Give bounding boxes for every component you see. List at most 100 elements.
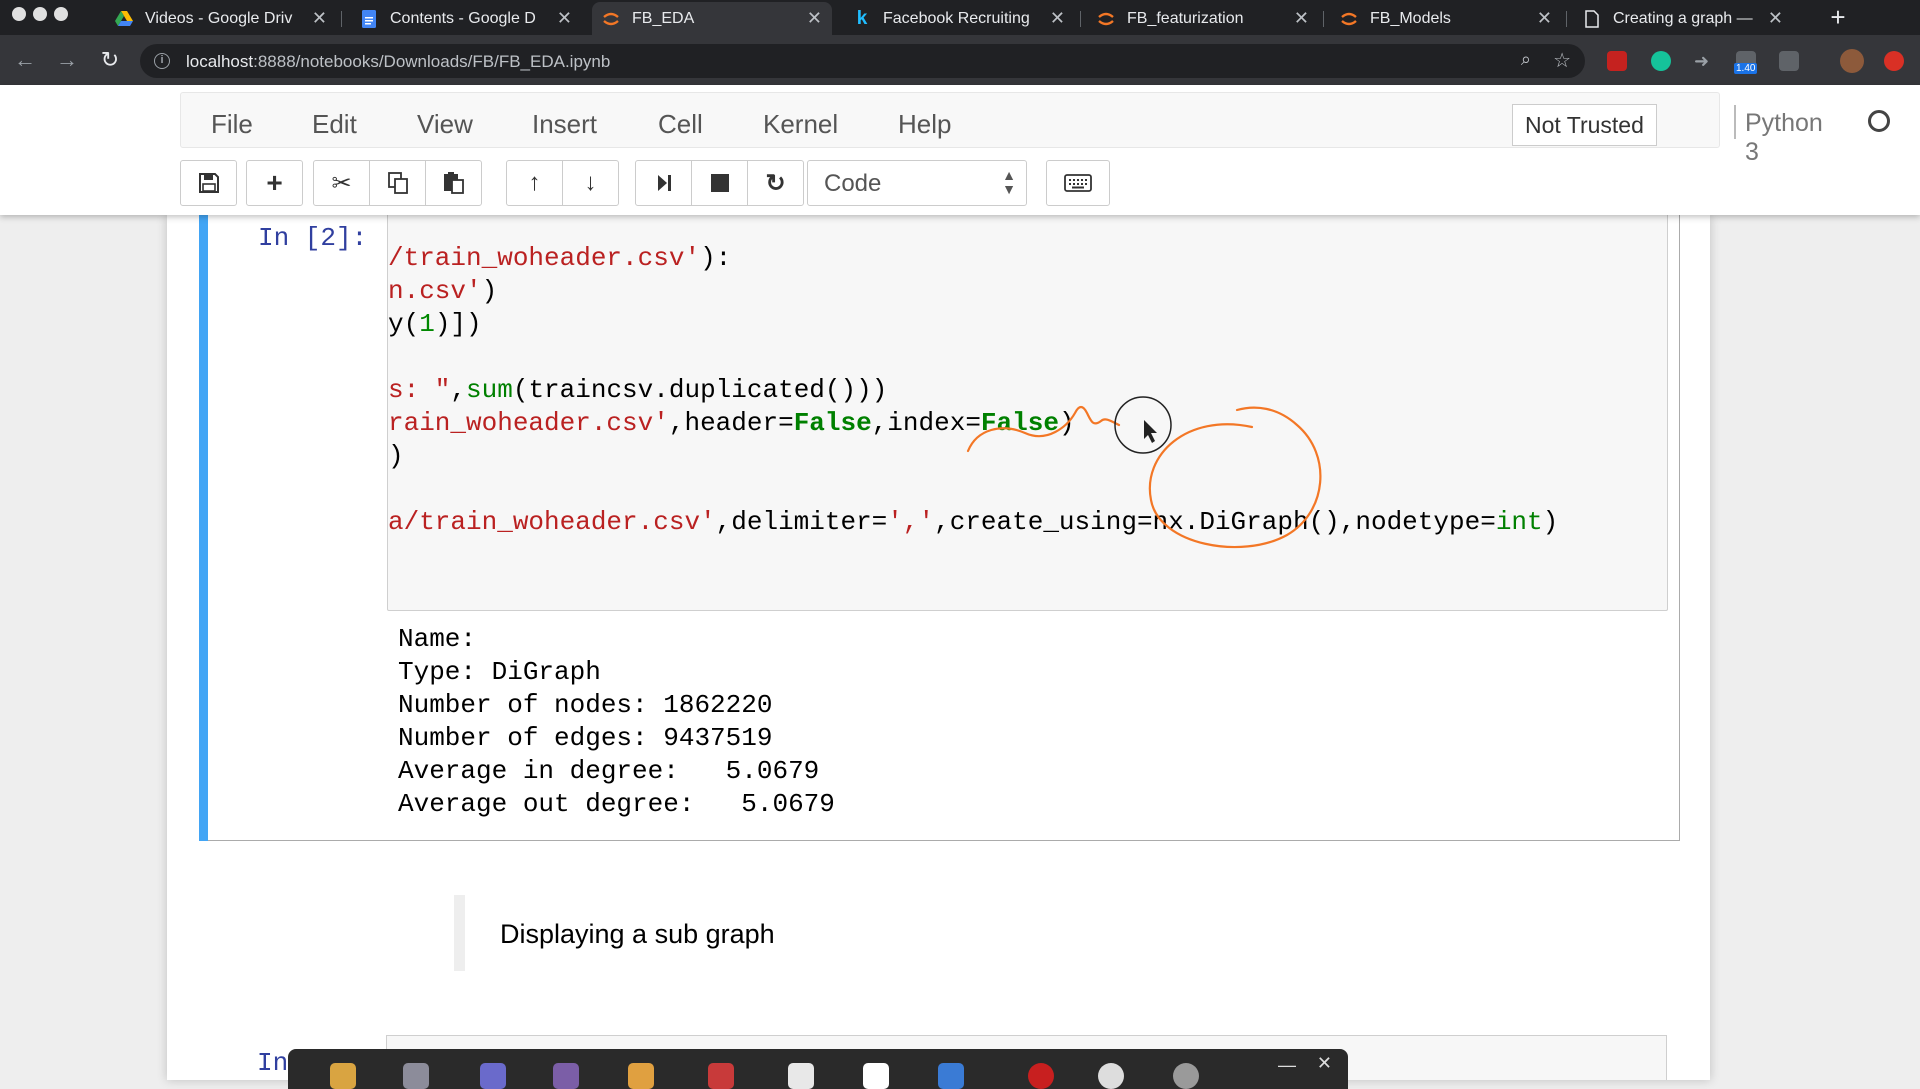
- insert-group: +: [246, 160, 303, 206]
- cell-type-select[interactable]: Code ▲ ▼: [807, 160, 1027, 206]
- record-icon[interactable]: [1028, 1063, 1054, 1089]
- paste-button[interactable]: [425, 160, 482, 206]
- code-input[interactable]: /train_woheader.csv'): n.csv') y(1)]) s: ",…: [387, 215, 1668, 611]
- reload-icon[interactable]: ↻: [95, 45, 125, 75]
- dock-close-icon[interactable]: ✕: [1317, 1053, 1332, 1074]
- menu-kernel[interactable]: Kernel: [763, 109, 838, 140]
- dock-minimize-icon[interactable]: —: [1278, 1055, 1296, 1076]
- tab-close-icon[interactable]: ✕: [1294, 8, 1309, 29]
- code-token: ): [388, 441, 404, 471]
- browser-tab[interactable]: Contents - Google D ✕: [350, 2, 582, 35]
- code-line: ): [388, 441, 404, 471]
- menu-help[interactable]: Help: [898, 109, 951, 140]
- code-token: False: [793, 408, 872, 438]
- grammarly-extension-icon[interactable]: [1651, 51, 1671, 71]
- browser-toolbar: ← → ↻ i localhost:8888/notebooks/Downloa…: [0, 35, 1920, 85]
- tab-title: Videos - Google Driv: [145, 9, 293, 27]
- output-line: Average out degree: 5.0679: [398, 789, 835, 819]
- bookmark-star-icon[interactable]: ☆: [1553, 48, 1571, 73]
- window-maximize-button[interactable]: [54, 7, 68, 21]
- tab-close-icon[interactable]: ✕: [312, 8, 327, 29]
- browser-tab[interactable]: k Facebook Recruiting ✕: [843, 2, 1075, 35]
- code-token: s: ": [388, 375, 451, 405]
- browser-tab-active[interactable]: FB_EDA ✕: [592, 2, 832, 35]
- browser-tab[interactable]: Videos - Google Driv ✕: [105, 2, 337, 35]
- restart-button[interactable]: ↻: [747, 160, 804, 206]
- arrow-up-icon: ↑: [528, 169, 541, 196]
- tool-icon[interactable]: [938, 1063, 964, 1089]
- code-line: s: ",sum(traincsv.duplicated())): [388, 375, 887, 405]
- new-tab-button[interactable]: +: [1823, 3, 1853, 33]
- whiteboard-icon[interactable]: [863, 1063, 889, 1089]
- code-line: n.csv'): [388, 276, 497, 306]
- forward-arrow-icon[interactable]: →: [52, 45, 82, 75]
- window-minimize-button[interactable]: [33, 7, 47, 21]
- clipboard-group: ✂: [313, 160, 482, 206]
- facebook-extension-icon[interactable]: [1779, 51, 1799, 71]
- interrupt-button[interactable]: [691, 160, 748, 206]
- browser-tab[interactable]: FB_Models ✕: [1330, 2, 1562, 35]
- tool-icon[interactable]: [403, 1063, 429, 1089]
- code-token: y(: [388, 309, 420, 339]
- tool-icon[interactable]: [553, 1063, 579, 1089]
- site-info-icon[interactable]: i: [154, 53, 170, 69]
- tool-icon[interactable]: [480, 1063, 506, 1089]
- update-alert-icon[interactable]: [1884, 51, 1904, 71]
- download-extension-icon[interactable]: 1.40: [1734, 51, 1758, 74]
- code-token: ,delimiter=: [715, 507, 888, 537]
- menu-file[interactable]: File: [211, 109, 253, 140]
- tab-close-icon[interactable]: ✕: [1537, 8, 1552, 29]
- back-arrow-icon[interactable]: ←: [10, 45, 40, 75]
- move-up-button[interactable]: ↑: [506, 160, 563, 206]
- jupyter-icon: [1340, 10, 1358, 28]
- browser-tab[interactable]: FB_featurization ✕: [1087, 2, 1319, 35]
- save-button[interactable]: [180, 160, 237, 206]
- tab-close-icon[interactable]: ✕: [807, 8, 822, 29]
- avatar[interactable]: [1840, 49, 1864, 73]
- tab-title: FB_Models: [1370, 9, 1451, 27]
- camera-icon[interactable]: [1098, 1063, 1124, 1089]
- cut-button[interactable]: ✂: [313, 160, 370, 206]
- output-line: Name:: [398, 624, 492, 654]
- url-text: localhost:8888/notebooks/Downloads/FB/FB…: [186, 52, 611, 71]
- code-line: /train_woheader.csv'):: [388, 243, 731, 273]
- pen-icon[interactable]: [628, 1063, 654, 1089]
- zoom-icon[interactable]: ⌕: [1521, 49, 1531, 70]
- menu-edit[interactable]: Edit: [312, 109, 357, 140]
- folder-icon[interactable]: [330, 1063, 356, 1089]
- google-docs-icon: [360, 9, 378, 28]
- code-token: ,index=: [871, 408, 981, 438]
- copy-button[interactable]: [369, 160, 426, 206]
- menu-view[interactable]: View: [417, 109, 473, 140]
- address-bar[interactable]: i localhost:8888/notebooks/Downloads/FB/…: [140, 44, 1585, 78]
- run-button[interactable]: [635, 160, 692, 206]
- insert-cell-button[interactable]: +: [246, 160, 303, 206]
- copy-icon: [387, 172, 408, 194]
- arrow-extension-icon[interactable]: ➜: [1694, 51, 1714, 71]
- tool-icon[interactable]: [708, 1063, 734, 1089]
- gmail-extension-icon[interactable]: [1607, 51, 1627, 71]
- code-token: int: [1495, 507, 1543, 537]
- not-trusted-button[interactable]: Not Trusted: [1512, 104, 1657, 146]
- gear-icon[interactable]: [1173, 1063, 1199, 1089]
- code-token: sum: [466, 375, 513, 405]
- code-cell[interactable]: In [2]: /train_woheader.csv'): n.csv') y(1…: [199, 215, 1680, 841]
- stop-icon: [710, 174, 729, 192]
- menu-cell[interactable]: Cell: [658, 109, 703, 140]
- markdown-cell[interactable]: Displaying a sub graph: [454, 895, 1634, 971]
- jupyter-header: File Edit View Insert Cell Kernel Help N…: [0, 85, 1920, 215]
- tab-title: Facebook Recruiting: [883, 9, 1030, 27]
- tab-close-icon[interactable]: ✕: [1768, 8, 1783, 29]
- command-palette-button[interactable]: [1046, 160, 1110, 206]
- tab-close-icon[interactable]: ✕: [1050, 8, 1065, 29]
- paste-icon: [443, 172, 464, 194]
- menu-insert[interactable]: Insert: [532, 109, 597, 140]
- window-close-button[interactable]: [12, 7, 26, 21]
- code-line: a/train_woheader.csv',delimiter=',',crea…: [388, 507, 1558, 537]
- tab-close-icon[interactable]: ✕: [557, 8, 572, 29]
- move-down-button[interactable]: ↓: [562, 160, 619, 206]
- browser-tab[interactable]: Creating a graph — ✕: [1573, 2, 1793, 35]
- cursor-icon[interactable]: [788, 1063, 814, 1089]
- code-line: y(1)]): [388, 309, 482, 339]
- code-token: False: [980, 408, 1059, 438]
